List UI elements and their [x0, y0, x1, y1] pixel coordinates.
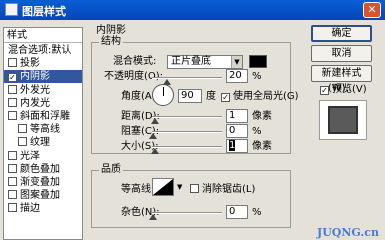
anti-alias-check-icon	[190, 184, 199, 193]
new-style-button[interactable]: 新建样式(W)...	[311, 65, 372, 94]
angle-input[interactable]: 90	[178, 89, 202, 103]
style-preview-swatch	[328, 106, 358, 134]
style-preview	[319, 100, 367, 140]
list-item-checkbox[interactable]	[18, 137, 27, 147]
contour-curve-icon	[153, 179, 173, 195]
size-input[interactable]: 1	[226, 139, 248, 153]
angle-dial[interactable]	[152, 84, 174, 106]
list-item[interactable]: 混合选项:默认	[4, 44, 82, 57]
list-item[interactable]: 图案叠加	[4, 189, 82, 202]
list-item-label: 描边	[20, 203, 40, 215]
list-item-label: 内发光	[20, 97, 50, 109]
list-item[interactable]: 颜色叠加	[4, 163, 82, 176]
list-item-label: 斜面和浮雕	[20, 111, 70, 122]
list-item-label: 内阴影	[20, 71, 50, 83]
list-item-checkbox[interactable]	[8, 97, 17, 107]
list-item-label: 投影	[20, 58, 40, 70]
list-item[interactable]: 等高线	[4, 123, 82, 136]
blend-mode-select[interactable]: 正片叠底 ▼	[167, 55, 243, 69]
quality-group	[91, 170, 291, 228]
distance-unit: 像素	[252, 111, 272, 122]
preview-check-icon: ✓	[320, 86, 329, 95]
list-item-label: 等高线	[30, 124, 60, 136]
size-slider[interactable]	[152, 146, 222, 148]
size-value: 1	[229, 140, 236, 151]
noise-slider-thumb[interactable]	[149, 214, 157, 220]
anti-alias-checkbox[interactable]: 消除锯齿(L)	[190, 184, 255, 196]
list-item-label: 光泽	[20, 150, 40, 162]
ok-button[interactable]: 确定	[311, 25, 372, 42]
preview-label: 预览(V)	[332, 84, 367, 95]
app-icon	[5, 3, 18, 16]
list-item-checkbox[interactable]	[8, 163, 17, 173]
contour-label: 等高线:	[121, 184, 155, 195]
title-bar: 图层样式 ✕	[0, 0, 385, 20]
anti-alias-label: 消除锯齿(L)	[202, 184, 256, 195]
list-item-label: 图案叠加	[20, 190, 60, 202]
size-unit: 像素	[252, 141, 272, 152]
watermark-logo: JUQNG.cn	[317, 226, 379, 239]
choke-slider-thumb[interactable]	[149, 133, 157, 139]
list-item[interactable]: 斜面和浮雕	[4, 110, 82, 123]
noise-input[interactable]: 0	[226, 205, 248, 219]
contour-dropdown-chevron-icon[interactable]: ▼	[177, 183, 182, 191]
contour-preview[interactable]	[152, 178, 174, 196]
styles-list: 样式 混合选项:默认投影 ✓ 内阴影 外发光 内发光斜面和浮雕等高线 纹理 光泽 颜色叠加渐变…	[3, 27, 83, 240]
list-item[interactable]: ✓ 内阴影	[4, 70, 82, 84]
opacity-unit: %	[252, 71, 262, 82]
list-item-checkbox[interactable]	[8, 58, 17, 68]
distance-input[interactable]: 1	[226, 109, 248, 123]
chevron-down-icon: ▼	[231, 56, 242, 68]
blend-mode-label: 混合模式:	[113, 56, 157, 67]
global-light-label: 使用全局光(G)	[233, 91, 299, 102]
choke-slider[interactable]	[152, 131, 222, 133]
list-item-checkbox[interactable]	[8, 150, 17, 160]
preview-checkbox[interactable]: ✓ 预览(V)	[320, 84, 367, 96]
list-item-label: 颜色叠加	[20, 163, 60, 175]
structure-group-title: 结构	[99, 36, 123, 47]
list-item[interactable]: 内发光	[4, 97, 82, 110]
list-item-checkbox[interactable]	[8, 190, 17, 200]
list-item-checkbox[interactable]	[18, 124, 27, 134]
list-item[interactable]: 描边	[4, 202, 82, 215]
cancel-button[interactable]: 取消	[311, 45, 372, 62]
list-item[interactable]: 外发光	[4, 84, 82, 97]
close-button[interactable]: ✕	[363, 2, 381, 18]
noise-slider[interactable]	[152, 212, 222, 214]
distance-slider-thumb[interactable]	[151, 118, 159, 124]
angle-needle	[163, 87, 164, 96]
list-item-label: 渐变叠加	[20, 177, 60, 188]
list-item-checkbox[interactable]	[8, 203, 17, 213]
opacity-input[interactable]: 20	[226, 69, 248, 83]
size-slider-thumb[interactable]	[151, 148, 159, 154]
distance-slider[interactable]	[152, 116, 222, 118]
window-title: 图层样式	[22, 5, 66, 18]
list-item-checkbox[interactable]	[8, 111, 17, 120]
list-item-label: 纹理	[30, 137, 50, 149]
list-item-checkbox[interactable]	[8, 84, 17, 94]
blend-mode-value: 正片叠底	[171, 56, 211, 67]
list-item-checkbox[interactable]	[8, 177, 17, 186]
list-item[interactable]: 光泽	[4, 150, 82, 163]
list-item[interactable]: 渐变叠加	[4, 176, 82, 189]
styles-list-header[interactable]: 样式	[4, 28, 82, 43]
list-item-checkbox[interactable]: ✓	[8, 73, 17, 83]
quality-group-title: 品质	[99, 164, 123, 175]
list-item-label: 混合选项:默认	[8, 45, 72, 56]
global-light-check-icon: ✓	[221, 93, 230, 102]
shadow-color-swatch[interactable]	[249, 55, 267, 68]
angle-unit: 度	[206, 91, 216, 102]
list-item-label: 外发光	[20, 84, 50, 96]
list-item[interactable]: 投影	[4, 57, 82, 70]
global-light-checkbox[interactable]: ✓ 使用全局光(G)	[221, 91, 299, 103]
choke-unit: %	[252, 126, 262, 137]
choke-input[interactable]: 0	[226, 124, 248, 138]
noise-unit: %	[252, 207, 262, 218]
list-item[interactable]: 纹理	[4, 136, 82, 149]
